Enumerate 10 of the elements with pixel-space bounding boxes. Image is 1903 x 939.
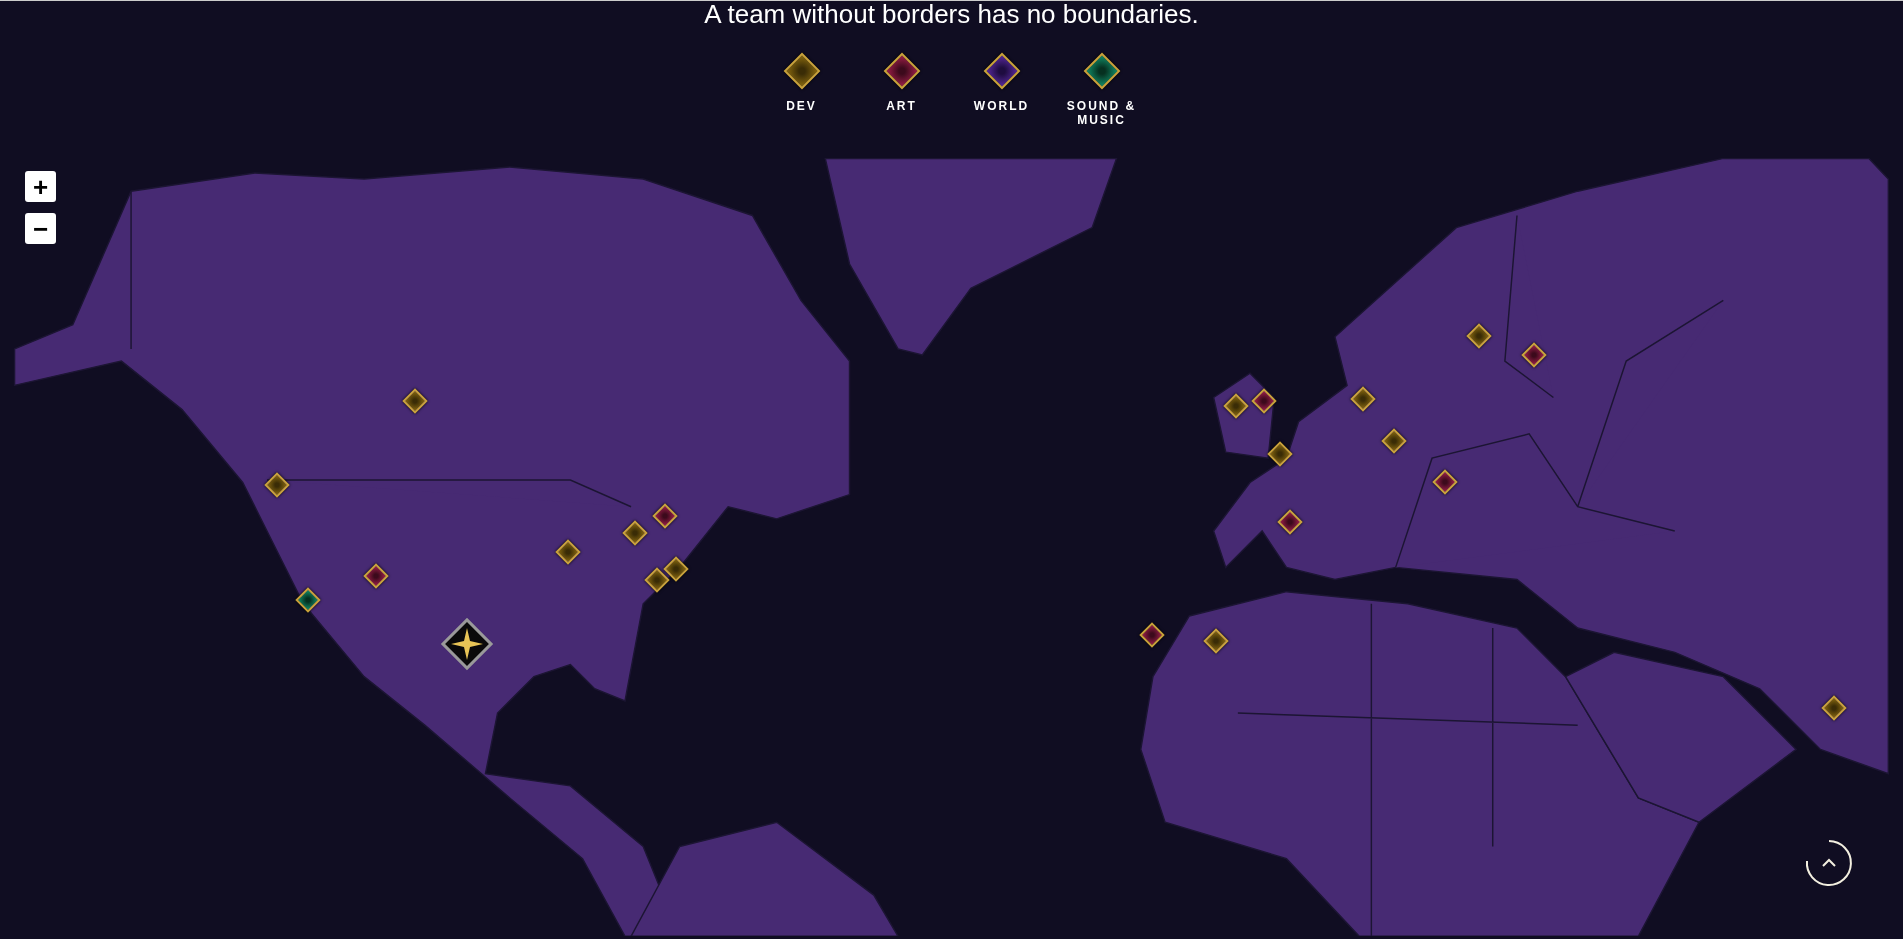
legend-label: ART bbox=[885, 99, 918, 113]
legend-label: SOUND & MUSIC bbox=[1066, 99, 1137, 127]
world-map[interactable]: + − bbox=[0, 158, 1903, 936]
zoom-out-button[interactable]: − bbox=[25, 213, 56, 244]
legend-label: DEV bbox=[785, 99, 818, 113]
scroll-to-top-button[interactable] bbox=[1805, 839, 1853, 887]
zoom-in-button[interactable]: + bbox=[25, 171, 56, 202]
legend-label: WORLD bbox=[972, 99, 1031, 113]
page-heading: A team without borders has no boundaries. bbox=[704, 0, 1199, 29]
chevron-up-icon bbox=[1805, 839, 1853, 887]
